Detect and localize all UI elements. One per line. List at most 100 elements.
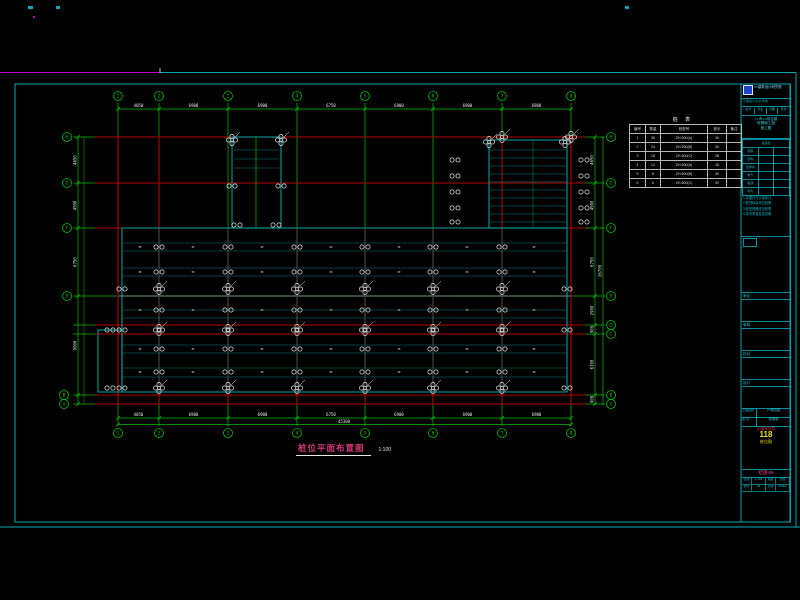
pile-circle [366, 245, 370, 249]
blank-box [742, 248, 790, 293]
sign-cell: 动力 [743, 188, 759, 196]
info-label: 工程名称 [742, 409, 757, 417]
grid-bubble-label: D [609, 323, 612, 328]
dim-text-bottom: 6900 [463, 412, 473, 417]
pile-circle [579, 220, 583, 224]
table-row: 138ZH-500(A)26 [630, 134, 742, 143]
title-block: ××建筑设计研究院 工程设计证书 甲级 设计 专业 日期 页次 ××市××综合楼… [742, 84, 791, 522]
dim-text-left: 4650 [73, 155, 78, 165]
pile-circle [291, 287, 295, 291]
dim-text-right: 900 [590, 395, 595, 403]
grid-bubble-label: 2 [158, 431, 161, 436]
cell [727, 134, 742, 143]
beam-label-mark [466, 310, 469, 311]
pile-circle [428, 270, 432, 274]
cell [727, 161, 742, 170]
beam-label-mark [466, 349, 469, 350]
pile-circle [223, 370, 227, 374]
pile-circle [360, 347, 364, 351]
pile-circle [223, 245, 227, 249]
grid-bubble-label: B [610, 393, 613, 398]
sign-cell [758, 156, 774, 164]
pile-circle [450, 190, 454, 194]
sign-cell: 暖通 [743, 180, 759, 188]
cell [727, 143, 742, 152]
pile-circle [298, 370, 302, 374]
cell: 3 [630, 152, 646, 161]
pile-circle [292, 370, 296, 374]
pile-table-header: 桩型号 [661, 125, 708, 134]
grid-bubble-label: 5 [364, 431, 367, 436]
pile-circle [366, 270, 370, 274]
pile-symbol [232, 223, 242, 227]
pile-circle [366, 386, 370, 390]
cell [727, 179, 742, 188]
pile-symbol [450, 174, 460, 178]
pile-leader [368, 281, 373, 286]
grid-bubble-label: A [610, 402, 613, 407]
beam-label-mark [261, 349, 264, 350]
pile-circle [111, 386, 115, 390]
pile-circle [154, 270, 158, 274]
dim-text-top: 6900 [189, 103, 199, 108]
info-value: 桩基础 [757, 418, 790, 426]
pile-circle [579, 190, 583, 194]
pile-symbol [579, 190, 589, 194]
cad-canvas[interactable]: 1122334455667788HHGGFFEEDCBBAA4050690069… [0, 0, 800, 600]
beam-label-mark [398, 272, 401, 273]
pile-leader [505, 380, 510, 385]
pile-leader [231, 380, 236, 385]
pile-symbol [496, 281, 510, 295]
dim-text-right-total: 26700 [598, 264, 603, 277]
cell: 日期 [767, 108, 779, 114]
sign-cell: 给排水 [743, 164, 759, 172]
beam-label-mark [533, 247, 536, 248]
pile-circle [585, 206, 589, 210]
pile-circle [497, 347, 501, 351]
pile-circle [427, 287, 431, 291]
pile-circle [503, 270, 507, 274]
pile-circle [585, 220, 589, 224]
beam-label-mark [192, 372, 195, 373]
cell: 专业 [755, 108, 767, 114]
footer-label: 比例 [742, 478, 752, 485]
pile-symbol [483, 134, 497, 148]
beam-label-mark [398, 372, 401, 373]
cell: 38 [646, 134, 661, 143]
grid-bubble-label: C [610, 332, 613, 337]
sign-table: 会签栏 建筑 结构 给排水 电气 暖通 动力 [742, 139, 790, 196]
table-row: 224ZH-500(B)26 [630, 143, 742, 152]
footer-value: 06 [752, 485, 766, 492]
pile-circle [456, 190, 460, 194]
cell: 1 [630, 134, 646, 143]
cell: ZH-600(C) [661, 179, 708, 188]
pile-leader [162, 380, 167, 385]
grid-bubble-label: 7 [501, 431, 504, 436]
grid-bubble-label: 5 [364, 94, 367, 99]
grid-bubble-label: 2 [158, 94, 161, 99]
sign-cell: 会签栏 [743, 140, 790, 148]
pile-circle [483, 140, 487, 144]
dim-text-top: 6900 [532, 103, 542, 108]
grid-bubble-label: 8 [570, 431, 573, 436]
pile-circle [434, 287, 438, 291]
pile-circle [276, 184, 280, 188]
grid-bubble-label: E [66, 294, 69, 299]
dim-text-bottom: 6900 [189, 412, 199, 417]
pile-circle [123, 386, 127, 390]
pile-circle [428, 347, 432, 351]
grid-bubble-label: 1 [117, 94, 120, 99]
pile-circle [223, 347, 227, 351]
approval-box [742, 299, 790, 322]
sign-cell [774, 156, 790, 164]
pile-symbol [579, 174, 589, 178]
sign-cell [758, 172, 774, 180]
project-name: ××市××综合楼 桩基础工程 施工图 [742, 116, 790, 139]
table-row: 316ZH-500(C)28 [630, 152, 742, 161]
pile-circle [275, 138, 279, 142]
pile-circle [222, 386, 226, 390]
pile-leader [300, 380, 305, 385]
pile-circle [360, 245, 364, 249]
sign-cell [774, 148, 790, 156]
pile-leader [505, 281, 510, 286]
